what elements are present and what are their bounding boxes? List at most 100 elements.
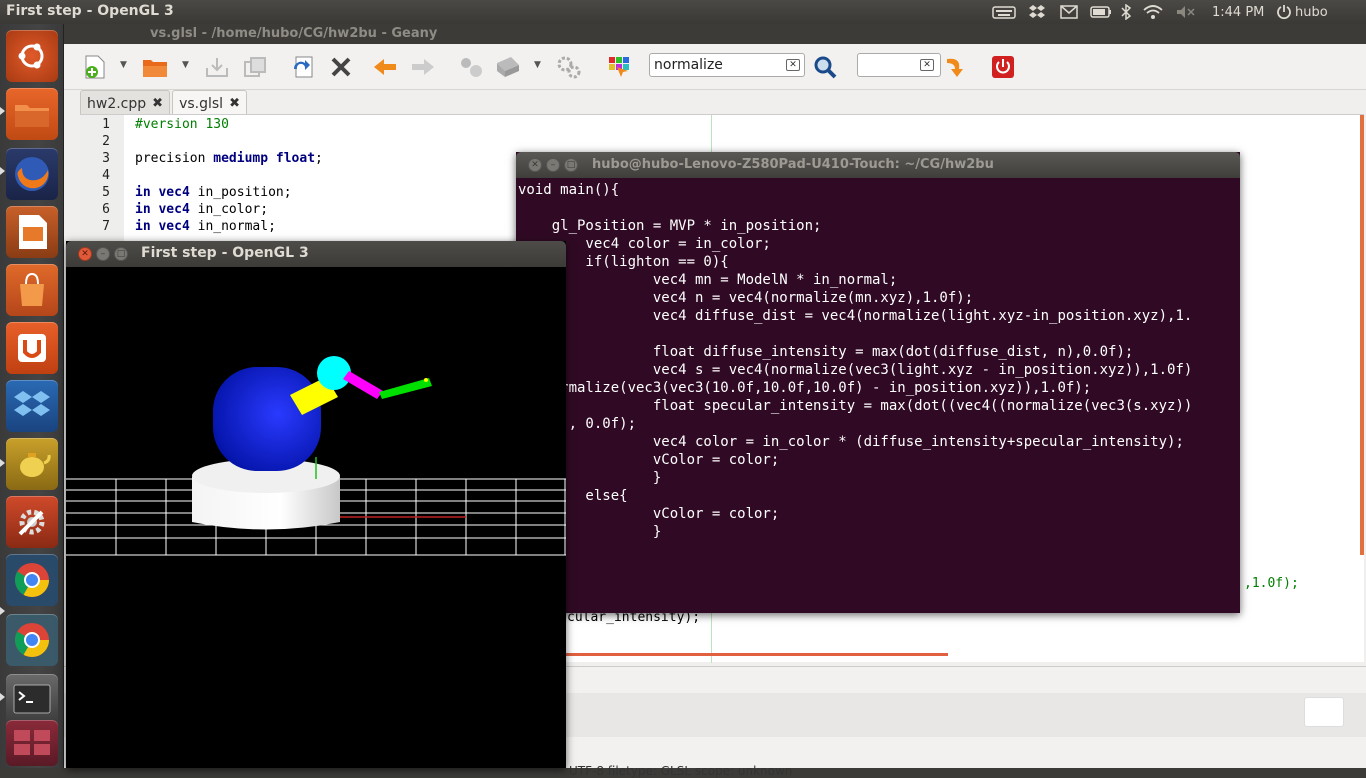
execute-icon[interactable] [554, 52, 584, 82]
terminal-icon[interactable] [6, 674, 58, 726]
terminal-line: vec4 diffuse_dist = vec4(normalize(light… [518, 308, 1193, 324]
terminal-line: gl_Position = MVP * in_position; [518, 218, 822, 234]
running-indicator [0, 459, 5, 467]
battery-icon[interactable] [1090, 4, 1112, 20]
search-input[interactable] [649, 53, 805, 77]
close-icon[interactable]: ✕ [78, 247, 92, 261]
terminal-title: hubo@hubo-Lenovo-Z580Pad-U410-Touch: ~/C… [592, 157, 994, 172]
line-number: 1 [102, 117, 110, 132]
vertical-scrollbar[interactable] [1360, 115, 1364, 555]
ubuntu-one-icon[interactable] [6, 322, 58, 374]
opengl-titlebar: ✕ – □ First step - OpenGL 3 [66, 241, 566, 267]
save-all-icon[interactable] [240, 52, 270, 82]
new-file-icon[interactable] [80, 52, 110, 82]
launcher [0, 24, 64, 768]
firefox-icon[interactable] [6, 148, 58, 200]
ubuntu-dash-icon[interactable] [6, 30, 58, 82]
maximize-icon[interactable]: □ [114, 247, 128, 261]
line-number: 2 [102, 134, 110, 149]
running-indicator [0, 167, 5, 175]
opengl-title: First step - OpenGL 3 [141, 245, 309, 261]
geany-titlebar: vs.glsl - /home/hubo/CG/hw2bu - Geany [64, 24, 1366, 44]
chevron-down-icon[interactable]: ▼ [120, 60, 130, 70]
clear-search-icon[interactable]: ✕ [786, 59, 800, 71]
opengl-window: ✕ – □ First step - OpenGL 3 [66, 241, 566, 768]
clear-goto-icon[interactable]: ✕ [920, 59, 934, 71]
running-indicator [0, 107, 5, 115]
bluetooth-icon[interactable] [1120, 4, 1132, 20]
chrome-icon[interactable] [6, 554, 58, 606]
quit-icon[interactable] [988, 52, 1018, 82]
tab-hw2-cpp[interactable]: hw2.cpp ✖ [80, 90, 171, 116]
code-line: in vec4 in_position; [135, 185, 292, 200]
tab-vs-glsl[interactable]: vs.glsl ✖ [172, 90, 247, 116]
active-window-title: First step - OpenGL 3 [6, 3, 174, 19]
terminal-window: ✕ – □ hubo@hubo-Lenovo-Z580Pad-U410-Touc… [516, 152, 1240, 613]
horizontal-scrollbar[interactable] [565, 653, 948, 656]
elbow-joint [317, 356, 351, 390]
running-indicator [0, 693, 5, 701]
terminal-line: void main(){ [518, 182, 620, 198]
message-scroll-button[interactable] [1304, 697, 1344, 727]
wifi-icon[interactable] [1142, 4, 1164, 20]
top-panel: First step - OpenGL 3 1:44 PM hubo [0, 0, 1366, 24]
files-icon[interactable] [6, 88, 58, 140]
code-line: precision mediump float; [135, 151, 323, 166]
close-icon[interactable]: ✕ [528, 158, 542, 172]
code-line: #version 130 [135, 117, 229, 132]
dropbox-icon[interactable] [6, 380, 58, 432]
software-center-icon[interactable] [6, 264, 58, 316]
power-icon[interactable] [1276, 4, 1292, 20]
minimize-icon[interactable]: – [96, 247, 110, 261]
terminal-titlebar: ✕ – □ hubo@hubo-Lenovo-Z580Pad-U410-Touc… [516, 152, 1240, 178]
volume-muted-icon[interactable] [1176, 4, 1196, 20]
search-icon[interactable] [810, 52, 840, 82]
mail-icon[interactable] [1060, 4, 1078, 20]
tab-label: vs.glsl [179, 95, 224, 112]
code-line: in vec4 in_normal; [135, 219, 276, 234]
forward-arrow-icon[interactable] [408, 52, 438, 82]
compile-icon[interactable] [456, 52, 486, 82]
line-number: 7 [102, 219, 110, 234]
terminal-output[interactable]: void main(){ gl_Position = MVP * in_posi… [516, 178, 1240, 613]
terminal-line: vec4 n = vec4(normalize(mn.xyz),1.0f); [518, 290, 974, 306]
libreoffice-impress-icon[interactable] [6, 206, 58, 258]
minimize-icon[interactable]: – [546, 158, 560, 172]
clock[interactable]: 1:44 PM [1212, 4, 1264, 20]
maximize-icon[interactable]: □ [564, 158, 578, 172]
line-number: 5 [102, 185, 110, 200]
chevron-down-icon[interactable]: ▼ [182, 60, 192, 70]
goto-line-icon[interactable] [940, 52, 970, 82]
system-settings-icon[interactable] [6, 496, 58, 548]
terminal-line: vec4 color = in_color * (diffuse_intensi… [518, 434, 1184, 450]
tab-label: hw2.cpp [87, 95, 147, 112]
chrome-icon[interactable] [6, 614, 58, 666]
render-canvas[interactable] [66, 267, 566, 768]
close-icon[interactable]: ✖ [229, 96, 240, 111]
keyboard-icon[interactable] [992, 4, 1016, 20]
code-line: in vec4 in_color; [135, 202, 269, 217]
build-icon[interactable] [492, 52, 522, 82]
robot-body [213, 367, 321, 471]
terminal-line: c4(normalize(vec3(vec3(10.0f,10.0f,10.0f… [518, 380, 1092, 396]
terminal-line: vec4 s = vec4(normalize(vec3(light.xyz -… [518, 362, 1193, 378]
close-file-icon[interactable] [326, 52, 356, 82]
workspace-switcher-icon[interactable] [6, 720, 58, 766]
color-chooser-icon[interactable] [604, 52, 634, 82]
running-indicator [0, 607, 5, 615]
reload-icon[interactable] [288, 52, 318, 82]
back-arrow-icon[interactable] [370, 52, 400, 82]
open-file-icon[interactable] [140, 52, 170, 82]
line-number: 4 [102, 168, 110, 183]
save-icon[interactable] [202, 52, 232, 82]
chevron-down-icon[interactable]: ▼ [534, 60, 544, 70]
terminal-line: float specular_intensity = max(dot((vec4… [518, 398, 1193, 414]
teapot-app-icon[interactable] [6, 438, 58, 490]
dropbox-tray-icon[interactable] [1028, 4, 1046, 20]
geany-title: vs.glsl - /home/hubo/CG/hw2bu - Geany [150, 26, 438, 41]
status-bar: UTF-8 filetype: GLSL scope: unknown [569, 764, 793, 778]
user-name[interactable]: hubo [1295, 4, 1328, 20]
terminal-line: float diffuse_intensity = max(dot(diffus… [518, 344, 1134, 360]
close-icon[interactable]: ✖ [152, 96, 163, 111]
terminal-line: vec4 mn = ModelN * in_normal; [518, 272, 898, 288]
